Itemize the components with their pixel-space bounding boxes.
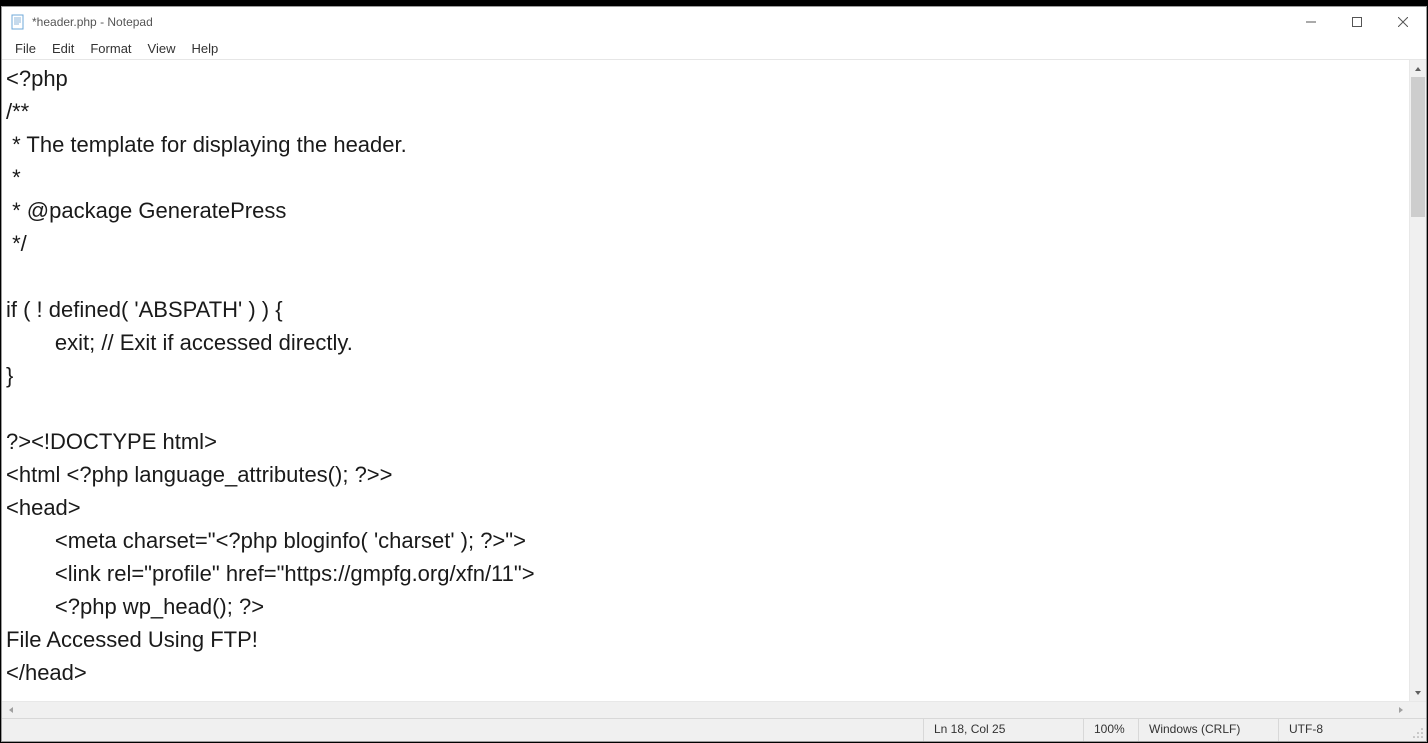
notepad-window: *header.php - Notepad File Edit Format V… — [1, 6, 1427, 742]
horizontal-scrollbar[interactable] — [2, 701, 1426, 718]
menu-format[interactable]: Format — [83, 39, 138, 58]
menu-view[interactable]: View — [141, 39, 183, 58]
status-encoding: UTF-8 — [1279, 719, 1409, 741]
status-line-ending: Windows (CRLF) — [1139, 719, 1279, 741]
text-editor[interactable]: <?php /** * The template for displaying … — [2, 60, 1409, 701]
scroll-up-arrow-icon[interactable] — [1410, 60, 1426, 77]
scroll-left-arrow-icon[interactable] — [2, 702, 19, 719]
vertical-scroll-thumb[interactable] — [1411, 77, 1425, 217]
menu-file[interactable]: File — [8, 39, 43, 58]
status-spacer — [2, 719, 924, 741]
status-cursor-position: Ln 18, Col 25 — [924, 719, 1084, 741]
resize-grip-icon[interactable] — [1409, 719, 1426, 741]
status-zoom: 100% — [1084, 719, 1139, 741]
menu-edit[interactable]: Edit — [45, 39, 81, 58]
close-button[interactable] — [1380, 7, 1426, 37]
window-title: *header.php - Notepad — [32, 15, 1288, 29]
maximize-button[interactable] — [1334, 7, 1380, 37]
scroll-right-arrow-icon[interactable] — [1392, 702, 1409, 719]
window-buttons — [1288, 7, 1426, 37]
menu-help[interactable]: Help — [184, 39, 225, 58]
titlebar[interactable]: *header.php - Notepad — [2, 7, 1426, 37]
statusbar: Ln 18, Col 25 100% Windows (CRLF) UTF-8 — [2, 718, 1426, 741]
notepad-icon — [10, 14, 26, 30]
scroll-down-arrow-icon[interactable] — [1410, 684, 1426, 701]
menubar: File Edit Format View Help — [2, 37, 1426, 59]
minimize-button[interactable] — [1288, 7, 1334, 37]
editor-area: <?php /** * The template for displaying … — [2, 59, 1426, 701]
vertical-scrollbar[interactable] — [1409, 60, 1426, 701]
